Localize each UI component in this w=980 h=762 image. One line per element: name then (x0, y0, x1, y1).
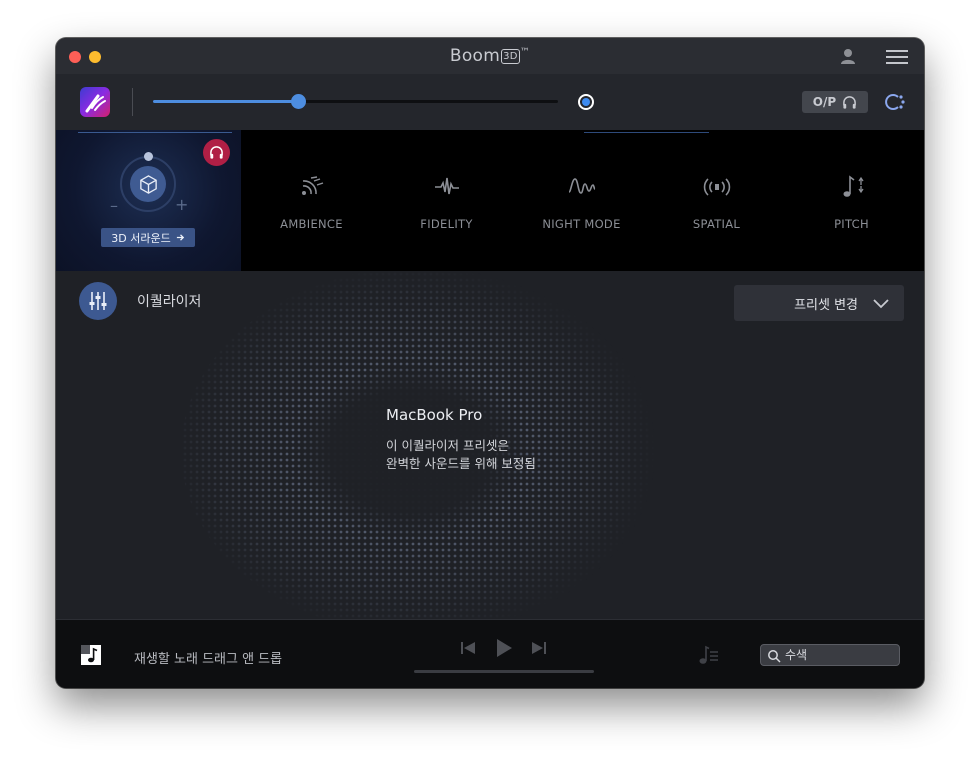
volume-bar: O/P (56, 74, 924, 130)
arrow-right-icon (176, 234, 184, 241)
equalizer-panel: 이퀄라이저 프리셋 변경 MacBook Pro 이 이퀄라이저 프리셋은 완벽… (56, 271, 924, 619)
effects-panel: – + 3D 서라운드 AMBIENCE FIDELITY NIGHT MODE… (56, 130, 924, 271)
volume-slider[interactable] (153, 94, 558, 109)
change-preset-label: 프리셋 변경 (794, 298, 858, 313)
effect-pitch[interactable]: PITCH (784, 130, 919, 271)
change-preset-button[interactable]: 프리셋 변경 (734, 285, 904, 321)
chevron-down-icon (873, 299, 889, 309)
headphones-icon (210, 146, 223, 159)
playlist-icon[interactable] (697, 644, 719, 666)
effect-label: AMBIENCE (280, 217, 343, 231)
surround-orbit-dot[interactable] (144, 152, 153, 161)
app-title-tm: ™ (519, 47, 531, 58)
next-track-icon[interactable] (531, 640, 547, 656)
effect-label: NIGHT MODE (542, 217, 621, 231)
hamburger-menu-icon[interactable] (886, 49, 908, 65)
toolbar-divider (132, 88, 133, 116)
surround-plus[interactable]: + (175, 195, 188, 214)
effect-label: PITCH (834, 217, 869, 231)
headphones-icon (843, 95, 857, 109)
title-bar: Boom 3D ™ (56, 38, 924, 74)
search-box[interactable] (760, 644, 900, 666)
app-title-text: Boom (449, 46, 501, 66)
night-mode-icon (567, 178, 595, 194)
app-title-badge: 3D (501, 49, 520, 64)
effect-spatial[interactable]: SPATIAL (649, 130, 784, 271)
effect-label: FIDELITY (420, 217, 473, 231)
sliders-icon (89, 292, 107, 310)
spatial-icon (703, 178, 730, 196)
surround-cube-button[interactable] (130, 166, 166, 202)
output-label: O/P (812, 95, 837, 109)
effects-settings-icon[interactable] (884, 92, 906, 112)
surround-3d-panel[interactable]: – + 3D 서라운드 (56, 130, 241, 271)
app-title: Boom 3D ™ (56, 46, 924, 66)
output-device-button[interactable]: O/P (802, 91, 868, 113)
surround-3d-label: 3D 서라운드 (111, 231, 171, 245)
cube-icon (139, 174, 157, 194)
device-description: 이 이퀄라이저 프리셋은 완벽한 사운드를 위해 보정됨 (386, 437, 536, 473)
surround-minus[interactable]: – (110, 196, 118, 215)
surround-3d-button[interactable]: 3D 서라운드 (101, 228, 195, 247)
device-name: MacBook Pro (386, 406, 483, 424)
player-bar: 재생할 노래 드래그 앤 드롭 (56, 619, 924, 688)
equalizer-toggle[interactable] (79, 282, 117, 320)
app-logo-icon[interactable] (80, 87, 110, 117)
previous-track-icon[interactable] (460, 640, 476, 656)
device-description-line: 이 이퀄라이저 프리셋은 (386, 438, 509, 453)
search-input[interactable] (785, 646, 895, 664)
volume-slider-fill (153, 100, 298, 103)
device-description-line: 완벽한 사운드를 위해 보정됨 (386, 456, 536, 471)
effect-night-mode[interactable]: NIGHT MODE (514, 130, 649, 271)
equalizer-label: 이퀄라이저 (137, 294, 202, 310)
surround-active-indicator (78, 132, 232, 133)
playback-progress-bar[interactable] (414, 670, 594, 673)
boom3d-window: Boom 3D ™ O/P – + 3D 서라운드 AMBIENCE FIDEL… (56, 38, 924, 688)
drag-drop-hint: 재생할 노래 드래그 앤 드롭 (134, 652, 283, 667)
surround-headphones-badge (203, 139, 230, 166)
ambience-icon (301, 176, 323, 195)
music-file-icon[interactable] (80, 644, 102, 666)
effect-fidelity[interactable]: FIDELITY (379, 130, 514, 271)
play-icon[interactable] (495, 638, 513, 658)
pitch-icon (843, 175, 864, 197)
search-icon (768, 650, 781, 663)
user-icon[interactable] (839, 47, 857, 65)
effect-ambience[interactable]: AMBIENCE (244, 130, 379, 271)
fidelity-icon (434, 177, 459, 195)
effect-label: SPATIAL (692, 217, 741, 231)
volume-slider-knob[interactable] (290, 94, 306, 109)
volume-boost-toggle[interactable] (578, 94, 594, 110)
